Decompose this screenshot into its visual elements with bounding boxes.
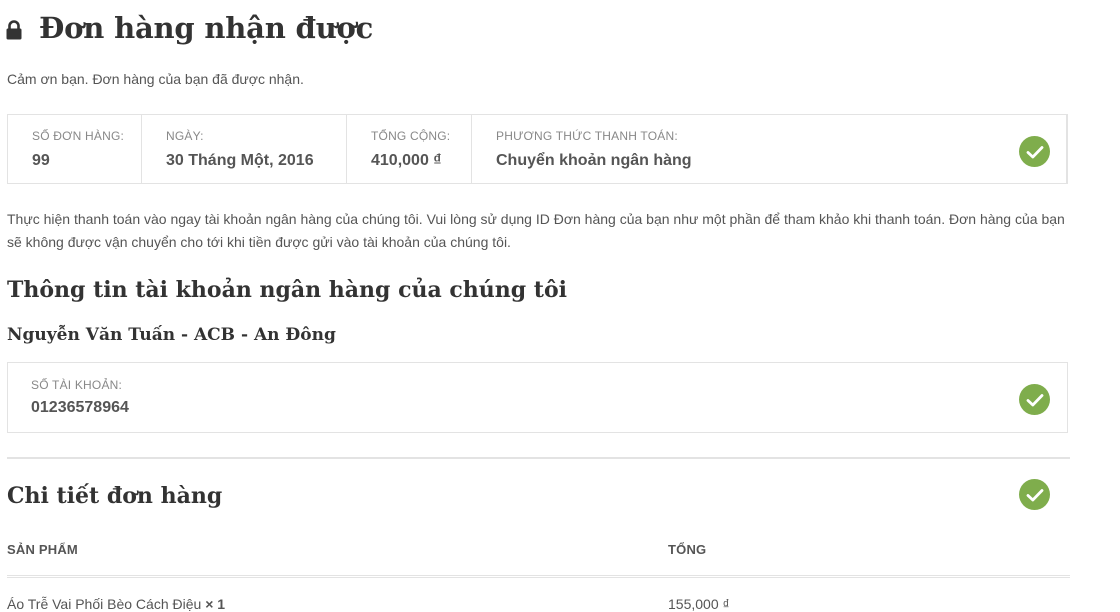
- product-cell: Áo Trễ Vai Phối Bèo Cách Điệu × 1: [7, 596, 225, 612]
- bank-name: Nguyễn Văn Tuấn - ACB - An Đông: [7, 325, 336, 345]
- column-header-total: TỔNG: [668, 542, 707, 557]
- product-quantity: × 1: [205, 596, 226, 612]
- bank-account-box: SỐ TÀI KHOẢN: 01236578964: [7, 362, 1068, 433]
- order-number-label: SỐ ĐƠN HÀNG:: [32, 129, 125, 143]
- account-number-value: 01236578964: [31, 399, 129, 416]
- bank-details-heading: Thông tin tài khoản ngân hàng của chúng …: [7, 277, 568, 303]
- payment-method-value: Chuyển khoản ngân hàng: [496, 152, 692, 169]
- payment-instructions: Thực hiện thanh toán vào ngay tài khoản …: [7, 211, 1065, 250]
- check-icon: [1019, 384, 1050, 415]
- order-details-heading: Chi tiết đơn hàng: [7, 483, 223, 509]
- section-divider: [7, 457, 1070, 459]
- page-title: Đơn hàng nhận được: [39, 11, 374, 45]
- account-number-label: SỐ TÀI KHOẢN:: [31, 378, 123, 392]
- check-icon: [1019, 479, 1050, 510]
- payment-method-cell: PHƯƠNG THỨC THANH TOÁN: Chuyển khoản ngâ…: [472, 115, 1067, 183]
- check-icon: [1019, 136, 1050, 167]
- column-header-product: SẢN PHẨM: [7, 542, 78, 557]
- payment-method-label: PHƯƠNG THỨC THANH TOÁN:: [496, 129, 678, 143]
- order-date-cell: NGÀY: 30 Tháng Một, 2016: [142, 115, 347, 183]
- lock-icon: [6, 20, 22, 40]
- thanks-message: Cảm ơn bạn. Đơn hàng của bạn đã được nhậ…: [7, 71, 304, 87]
- order-number-value: 99: [32, 152, 50, 169]
- order-total-value: 410,000 ₫: [371, 152, 442, 169]
- order-total-cell: TỔNG CỘNG: 410,000 ₫: [347, 115, 472, 183]
- order-date-value: 30 Tháng Một, 2016: [166, 152, 314, 169]
- order-total-label: TỔNG CỘNG:: [371, 129, 451, 143]
- order-number-cell: SỐ ĐƠN HÀNG: 99: [8, 115, 142, 183]
- product-link[interactable]: Áo Trễ Vai Phối Bèo Cách Điệu: [7, 596, 201, 612]
- table-header-divider: [7, 575, 1070, 578]
- order-date-label: NGÀY:: [166, 129, 204, 143]
- product-total: 155,000 ₫: [668, 596, 730, 612]
- order-overview: SỐ ĐƠN HÀNG: 99 NGÀY: 30 Tháng Một, 2016…: [7, 114, 1068, 184]
- page-header: Đơn hàng nhận được: [6, 10, 373, 46]
